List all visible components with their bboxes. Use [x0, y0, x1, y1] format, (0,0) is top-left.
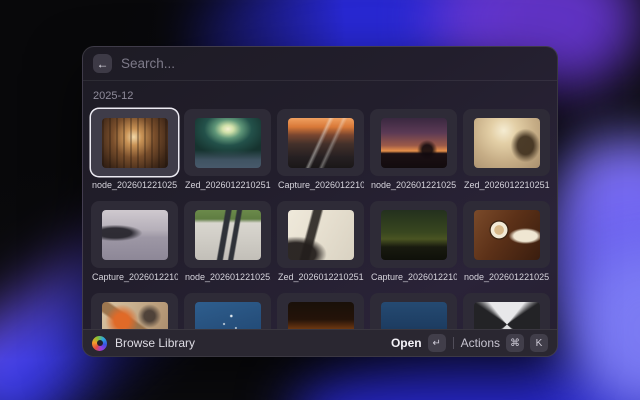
open-label: Open: [391, 336, 422, 350]
media-library-window: ← 2025-12 node_202601221025... Zed_20260…: [82, 46, 558, 357]
photo-grid: node_202601221025... Zed_2026012210251..…: [91, 109, 549, 329]
footer-actions: Open ↵ Actions ⌘ K: [391, 334, 548, 352]
photo-cell[interactable]: Zed_2026012210251...: [277, 201, 364, 283]
photo-cell[interactable]: node_202601221025...: [91, 109, 178, 191]
photo-thumbnail: [102, 210, 168, 260]
photo-thumbnail: [474, 302, 540, 330]
back-button[interactable]: ←: [93, 54, 112, 73]
photo-tile: [463, 109, 550, 176]
photo-thumbnail: [195, 302, 261, 330]
photo-thumbnail: [102, 302, 168, 330]
photo-tile: [277, 293, 364, 329]
desktop: { "header": { "back_icon": "←", "search"…: [0, 0, 640, 400]
photo-tile: [463, 293, 550, 329]
photo-tile: [370, 109, 457, 176]
photo-thumbnail: [102, 118, 168, 168]
photo-filename: node_202601221025...: [184, 272, 271, 283]
photo-filename: node_202601221025...: [463, 272, 550, 283]
footer-app-label: Browse Library: [115, 336, 195, 350]
photo-tile: [184, 201, 271, 268]
actions-label: Actions: [461, 336, 500, 350]
photo-cell[interactable]: [370, 293, 457, 329]
photo-thumbnail: [381, 302, 447, 330]
photo-tile: [91, 293, 178, 329]
photo-cell[interactable]: Zed_2026012210251...: [463, 109, 550, 191]
photo-tile: [370, 293, 457, 329]
photo-tile: [277, 201, 364, 268]
search-input[interactable]: [121, 56, 547, 71]
photo-filename: Capture_2026012210...: [277, 180, 364, 191]
photo-cell[interactable]: Capture_2026012210...: [91, 201, 178, 283]
photo-tile: [370, 201, 457, 268]
photo-thumbnail: [288, 118, 354, 168]
photo-thumbnail: [195, 210, 261, 260]
photo-cell[interactable]: Capture_2026012210...: [370, 201, 457, 283]
photo-cell[interactable]: node_202601221025...: [184, 201, 271, 283]
photo-cell[interactable]: [91, 293, 178, 329]
command-key-icon: ⌘: [506, 334, 524, 352]
photo-tile: [91, 201, 178, 268]
photo-filename: Zed_2026012210251...: [463, 180, 550, 191]
photo-thumbnail: [288, 210, 354, 260]
photo-thumbnail: [288, 302, 354, 330]
color-wheel-icon: [92, 336, 107, 351]
k-key-icon: K: [530, 334, 548, 352]
photo-cell[interactable]: Capture_2026012210...: [277, 109, 364, 191]
photo-tile: [184, 293, 271, 329]
photo-tile: [91, 109, 178, 176]
photo-cell[interactable]: [184, 293, 271, 329]
search-bar: ←: [83, 47, 557, 81]
photo-thumbnail: [474, 118, 540, 168]
actions-button[interactable]: Actions ⌘ K: [461, 334, 548, 352]
photo-filename: Zed_2026012210251...: [184, 180, 271, 191]
photo-filename: Zed_2026012210251...: [277, 272, 364, 283]
footer-divider: [453, 337, 454, 349]
photo-filename: Capture_2026012210...: [370, 272, 457, 283]
photo-thumbnail: [474, 210, 540, 260]
photo-tile: [463, 201, 550, 268]
photo-cell[interactable]: [277, 293, 364, 329]
photo-filename: node_202601221025...: [91, 180, 178, 191]
open-button[interactable]: Open ↵: [391, 334, 446, 352]
enter-key-icon: ↵: [428, 334, 446, 352]
photo-cell[interactable]: node_202601221025...: [463, 201, 550, 283]
photo-thumbnail: [195, 118, 261, 168]
photo-thumbnail: [381, 210, 447, 260]
photo-filename: Capture_2026012210...: [91, 272, 178, 283]
back-arrow-icon: ←: [97, 58, 109, 70]
photo-tile: [277, 109, 364, 176]
library-content: 2025-12 node_202601221025... Zed_2026012…: [83, 82, 557, 329]
date-section-label: 2025-12: [93, 90, 549, 102]
photo-cell[interactable]: node_202601221025...: [370, 109, 457, 191]
footer-bar: Browse Library Open ↵ Actions ⌘ K: [83, 329, 557, 356]
photo-cell[interactable]: [463, 293, 550, 329]
photo-thumbnail: [381, 118, 447, 168]
photo-tile: [184, 109, 271, 176]
photo-filename: node_202601221025...: [370, 180, 457, 191]
photo-cell[interactable]: Zed_2026012210251...: [184, 109, 271, 191]
